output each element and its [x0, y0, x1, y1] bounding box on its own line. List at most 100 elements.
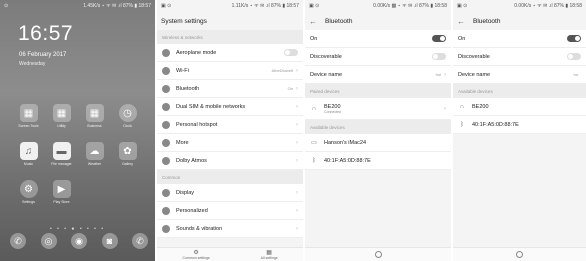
folder-icon: ▦: [52, 104, 71, 122]
chevron-right-icon: ›: [296, 207, 298, 214]
row-label: Device name: [310, 71, 343, 78]
chevron-right-icon: ›: [296, 121, 298, 128]
chrome-icon[interactable]: ◉: [71, 233, 87, 249]
app-shortcut[interactable]: ◷ Clock: [111, 104, 144, 128]
app-label: Settings: [22, 200, 35, 204]
page-title-text: System settings: [161, 17, 207, 25]
bluetooth-screen-available: ▣ ⊙ 0.00K/s ⋆ ᯤ ✉ .ıl 87% ▮ 18:58 ← Blue…: [453, 0, 586, 261]
device-name-value: ho: [573, 72, 578, 77]
clock-widget[interactable]: 16:57: [18, 22, 73, 46]
bluetooth-on-row[interactable]: On: [305, 30, 451, 48]
music-icon: ♫: [19, 142, 38, 160]
row-label: Personal hotspot: [176, 121, 218, 128]
weather-icon: ☁: [85, 142, 104, 160]
page-title: ← Bluetooth: [305, 12, 451, 30]
app-shortcut[interactable]: ▶ Play Store: [45, 180, 78, 204]
row-label: Sounds & vibration: [176, 225, 223, 232]
bluetooth-screen-connected: ▣ ⊙ 0.00K/s ▩ ⋆ ᯤ ✉ .ıl 87% ▮ 18:58 ← Bl…: [305, 0, 451, 261]
app-shortcut[interactable]: ♫ Music: [12, 142, 45, 166]
system-settings-screen: ▣ ⊙ 1.11K/s ⋆ ᯤ ✉ .ıl 87% ▮ 18:57 System…: [157, 0, 303, 261]
row-label: On: [310, 35, 318, 42]
app-shortcut[interactable]: ▬ File manager: [45, 142, 78, 166]
device-name: 40:1F:A5:0D:88:7E: [324, 157, 371, 164]
app-label: Screen Tools: [18, 124, 39, 128]
chevron-right-icon: ›: [296, 103, 298, 110]
bluetooth-toggle[interactable]: [567, 35, 581, 42]
app-shortcut[interactable]: ✿ Gallery: [111, 142, 144, 166]
back-arrow-icon[interactable]: ←: [309, 17, 317, 26]
app-label: Weather: [87, 162, 102, 166]
paired-device-name: BE200: [324, 103, 341, 110]
play-store-icon: ▶: [52, 180, 71, 198]
browser-icon[interactable]: ◎: [40, 233, 57, 249]
home-button-icon[interactable]: [374, 251, 382, 258]
bluetooth-icon: ᛒ: [312, 157, 316, 164]
settings-row-aeroplane-mode[interactable]: Aeroplane mode: [157, 44, 303, 62]
settings-row-display[interactable]: Display ›: [157, 184, 303, 202]
discoverable-row[interactable]: Discoverable: [453, 48, 586, 66]
bluetooth-icon: [162, 84, 170, 93]
status-bar: ▣ ⊙ 0.00K/s ▩ ⋆ ᯤ ✉ .ıl 87% ▮ 18:58: [305, 0, 451, 12]
settings-row-personalized[interactable]: Personalized ›: [157, 202, 303, 220]
app-shortcut[interactable]: ⚙ Settings: [12, 180, 45, 204]
settings-row-sounds-vibration[interactable]: Sounds & vibration ›: [157, 220, 303, 238]
available-device-row[interactable]: ᛒ 40:1F:A5:0D:88:7E: [305, 152, 451, 170]
day-label: Wednesday: [19, 61, 46, 67]
device-name: BE200: [472, 103, 489, 110]
app-label: Gallery: [121, 162, 134, 166]
row-label: Bluetooth: [176, 85, 200, 92]
settings-row-more[interactable]: More ›: [157, 134, 303, 152]
phone-icon[interactable]: ✆: [10, 233, 26, 249]
status-right: 0.00K/s ⋆ ᯤ ✉ .ıl 87% ▮ 18:58: [514, 3, 582, 9]
chevron-right-icon[interactable]: ›: [444, 106, 446, 112]
headphones-icon: ∩: [459, 103, 465, 110]
bottom-nav: ⚙ Common settings ▦ All settings: [157, 247, 303, 261]
device-name-row[interactable]: Device name ho: [453, 66, 586, 84]
app-shortcut[interactable]: ▦ Screen Tools: [12, 104, 45, 128]
personalized-icon: [162, 206, 170, 215]
more-icon: [162, 138, 170, 147]
home-button-icon[interactable]: [516, 251, 523, 258]
device-name-row[interactable]: Device name hol ›: [305, 66, 451, 84]
paired-device-row[interactable]: ∩ BE200 Connected ›: [305, 98, 451, 120]
available-device-row[interactable]: ▭ Hanson's iMac24: [305, 134, 451, 152]
device-name-value: hol: [435, 72, 441, 77]
nav-all-settings[interactable]: ▦ All settings: [261, 250, 278, 260]
status-left: ▣ ⊙: [457, 3, 468, 9]
aeroplane-mode-toggle[interactable]: [284, 49, 298, 56]
section-header-paired: Paired devices: [305, 84, 451, 98]
back-arrow-icon[interactable]: ←: [457, 17, 465, 26]
discoverable-toggle[interactable]: [432, 53, 446, 60]
dock: ✆ ◎ ◉ ◙ ✆: [10, 233, 148, 249]
nav-common-settings[interactable]: ⚙ Common settings: [182, 250, 209, 260]
app-shortcut[interactable]: ▦ Utility: [45, 104, 78, 128]
app-shortcut[interactable]: ☁ Weather: [78, 142, 111, 166]
whatsapp-icon[interactable]: ✆: [132, 233, 148, 249]
bluetooth-on-row[interactable]: On: [453, 30, 586, 48]
row-label: More: [176, 139, 189, 146]
app-label: Music: [23, 162, 34, 166]
app-label: Utility: [57, 124, 66, 128]
settings-row-personal-hotspot[interactable]: Personal hotspot ›: [157, 116, 303, 134]
settings-row-dual-sim-mobile-networks[interactable]: Dual SIM & mobile networks ›: [157, 98, 303, 116]
gallery-icon: ✿: [118, 142, 137, 160]
bottom-nav: [305, 247, 451, 261]
settings-row-wi-fi[interactable]: Wi-Fi AlbeDtowelf ›: [157, 62, 303, 80]
camera-icon[interactable]: ◙: [101, 233, 118, 249]
settings-row-bluetooth[interactable]: Bluetooth On ›: [157, 80, 303, 98]
discoverable-toggle[interactable]: [567, 53, 581, 60]
folder-icon: ▦: [19, 104, 38, 122]
clock-icon: ◷: [118, 104, 137, 122]
app-shortcut[interactable]: ▦ Business: [78, 104, 111, 128]
chevron-right-icon: ›: [296, 225, 298, 232]
status-left: ▣ ⊙: [161, 3, 172, 9]
available-device-row[interactable]: ᛒ 40:1F:A5:0D:88:7E: [453, 116, 586, 134]
settings-row-dolby-atmos[interactable]: Dolby Atmos ›: [157, 152, 303, 170]
section-header-common: Common: [157, 170, 303, 184]
row-label: Dual SIM & mobile networks: [176, 103, 246, 110]
bluetooth-toggle[interactable]: [432, 35, 446, 42]
chevron-right-icon: ›: [444, 71, 446, 78]
page-indicator: • • • ● • • • •: [50, 226, 105, 232]
available-device-row[interactable]: ∩ BE200: [453, 98, 586, 116]
discoverable-row[interactable]: Discoverable: [305, 48, 451, 66]
